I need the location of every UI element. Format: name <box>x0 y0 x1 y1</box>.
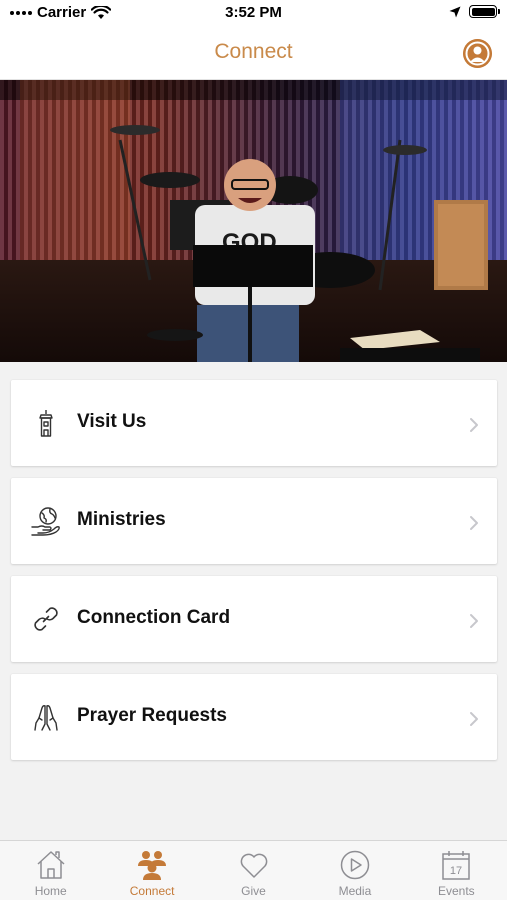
building-icon <box>39 410 53 437</box>
prayer-requests-label: Prayer Requests <box>77 705 227 726</box>
status-time: 3:52 PM <box>225 4 282 21</box>
tab-home[interactable]: Home <box>0 841 101 900</box>
hero-photo: GOD <box>0 80 507 362</box>
visit-us-label: Visit Us <box>77 411 147 432</box>
ministries-label: Ministries <box>77 509 166 530</box>
tab-media[interactable]: Media <box>304 841 405 900</box>
tab-home-label: Home <box>34 884 67 898</box>
chevron-right-icon <box>470 418 478 432</box>
battery-icon <box>469 5 500 18</box>
play-icon <box>340 850 370 880</box>
tab-media-label: Media <box>338 884 372 898</box>
praying-hands-icon <box>34 705 58 731</box>
calendar-icon: 17 <box>442 851 471 880</box>
tab-connect[interactable]: Connect <box>101 841 202 900</box>
ministries-card[interactable]: Ministries <box>11 478 497 564</box>
home-icon <box>37 851 65 879</box>
nav-bar: Connect <box>0 28 507 80</box>
connect-menu: Visit Us Ministries Connection Card Pray… <box>11 380 497 772</box>
page-title: Connect <box>214 40 293 63</box>
location-arrow-icon <box>449 6 461 17</box>
connection-card-card[interactable]: Connection Card <box>11 576 497 662</box>
status-bar: Carrier 3:52 PM <box>0 0 507 28</box>
tab-events[interactable]: 17 Events <box>406 841 507 900</box>
globe-hand-icon <box>31 507 60 536</box>
tab-give[interactable]: Give <box>203 841 304 900</box>
connection-card-label: Connection Card <box>77 607 231 628</box>
profile-button[interactable] <box>463 39 492 68</box>
status-right <box>449 5 500 18</box>
hero-image: GOD <box>0 80 507 362</box>
svg-text:17: 17 <box>450 865 462 877</box>
tab-give-label: Give <box>241 884 266 898</box>
tab-bar: Home Connect Give Media 17 Events <box>0 840 507 900</box>
visit-us-card[interactable]: Visit Us <box>11 380 497 466</box>
tab-events-label: Events <box>437 884 475 898</box>
prayer-requests-card[interactable]: Prayer Requests <box>11 674 497 760</box>
user-avatar-icon <box>463 39 492 68</box>
tab-connect-label: Connect <box>129 884 175 898</box>
chevron-right-icon <box>470 712 478 726</box>
chevron-right-icon <box>470 516 478 530</box>
people-icon <box>138 851 167 880</box>
link-icon <box>34 607 58 631</box>
chevron-right-icon <box>470 614 478 628</box>
heart-icon <box>240 853 267 878</box>
